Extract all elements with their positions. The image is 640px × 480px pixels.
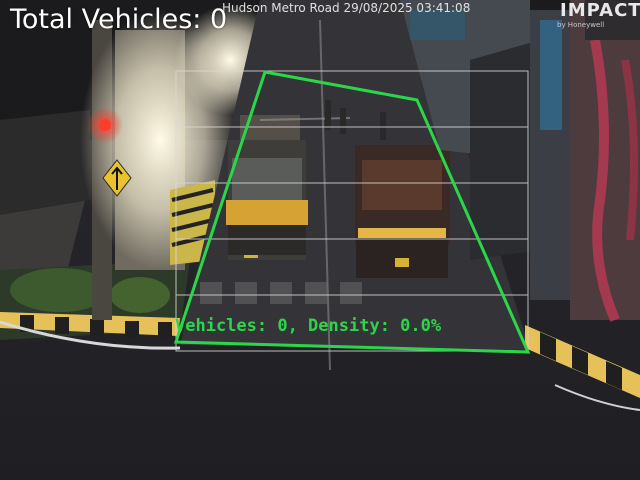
camera-feed-view: Hudson Metro Road 29/08/2025 03:41:08 To… [0,0,640,480]
traffic-camera-frame [0,0,640,480]
vehicle-density-label: Vehicles: 0, Density: 0.0% [175,316,442,336]
impact-logo-subtitle: by Honeywell [557,21,605,29]
truck-red [355,145,450,278]
total-vehicles-label: Total Vehicles: 0 [10,4,228,35]
camera-timestamp: Hudson Metro Road 29/08/2025 03:41:08 [222,1,471,15]
impact-logo: IMPACT [560,0,640,21]
